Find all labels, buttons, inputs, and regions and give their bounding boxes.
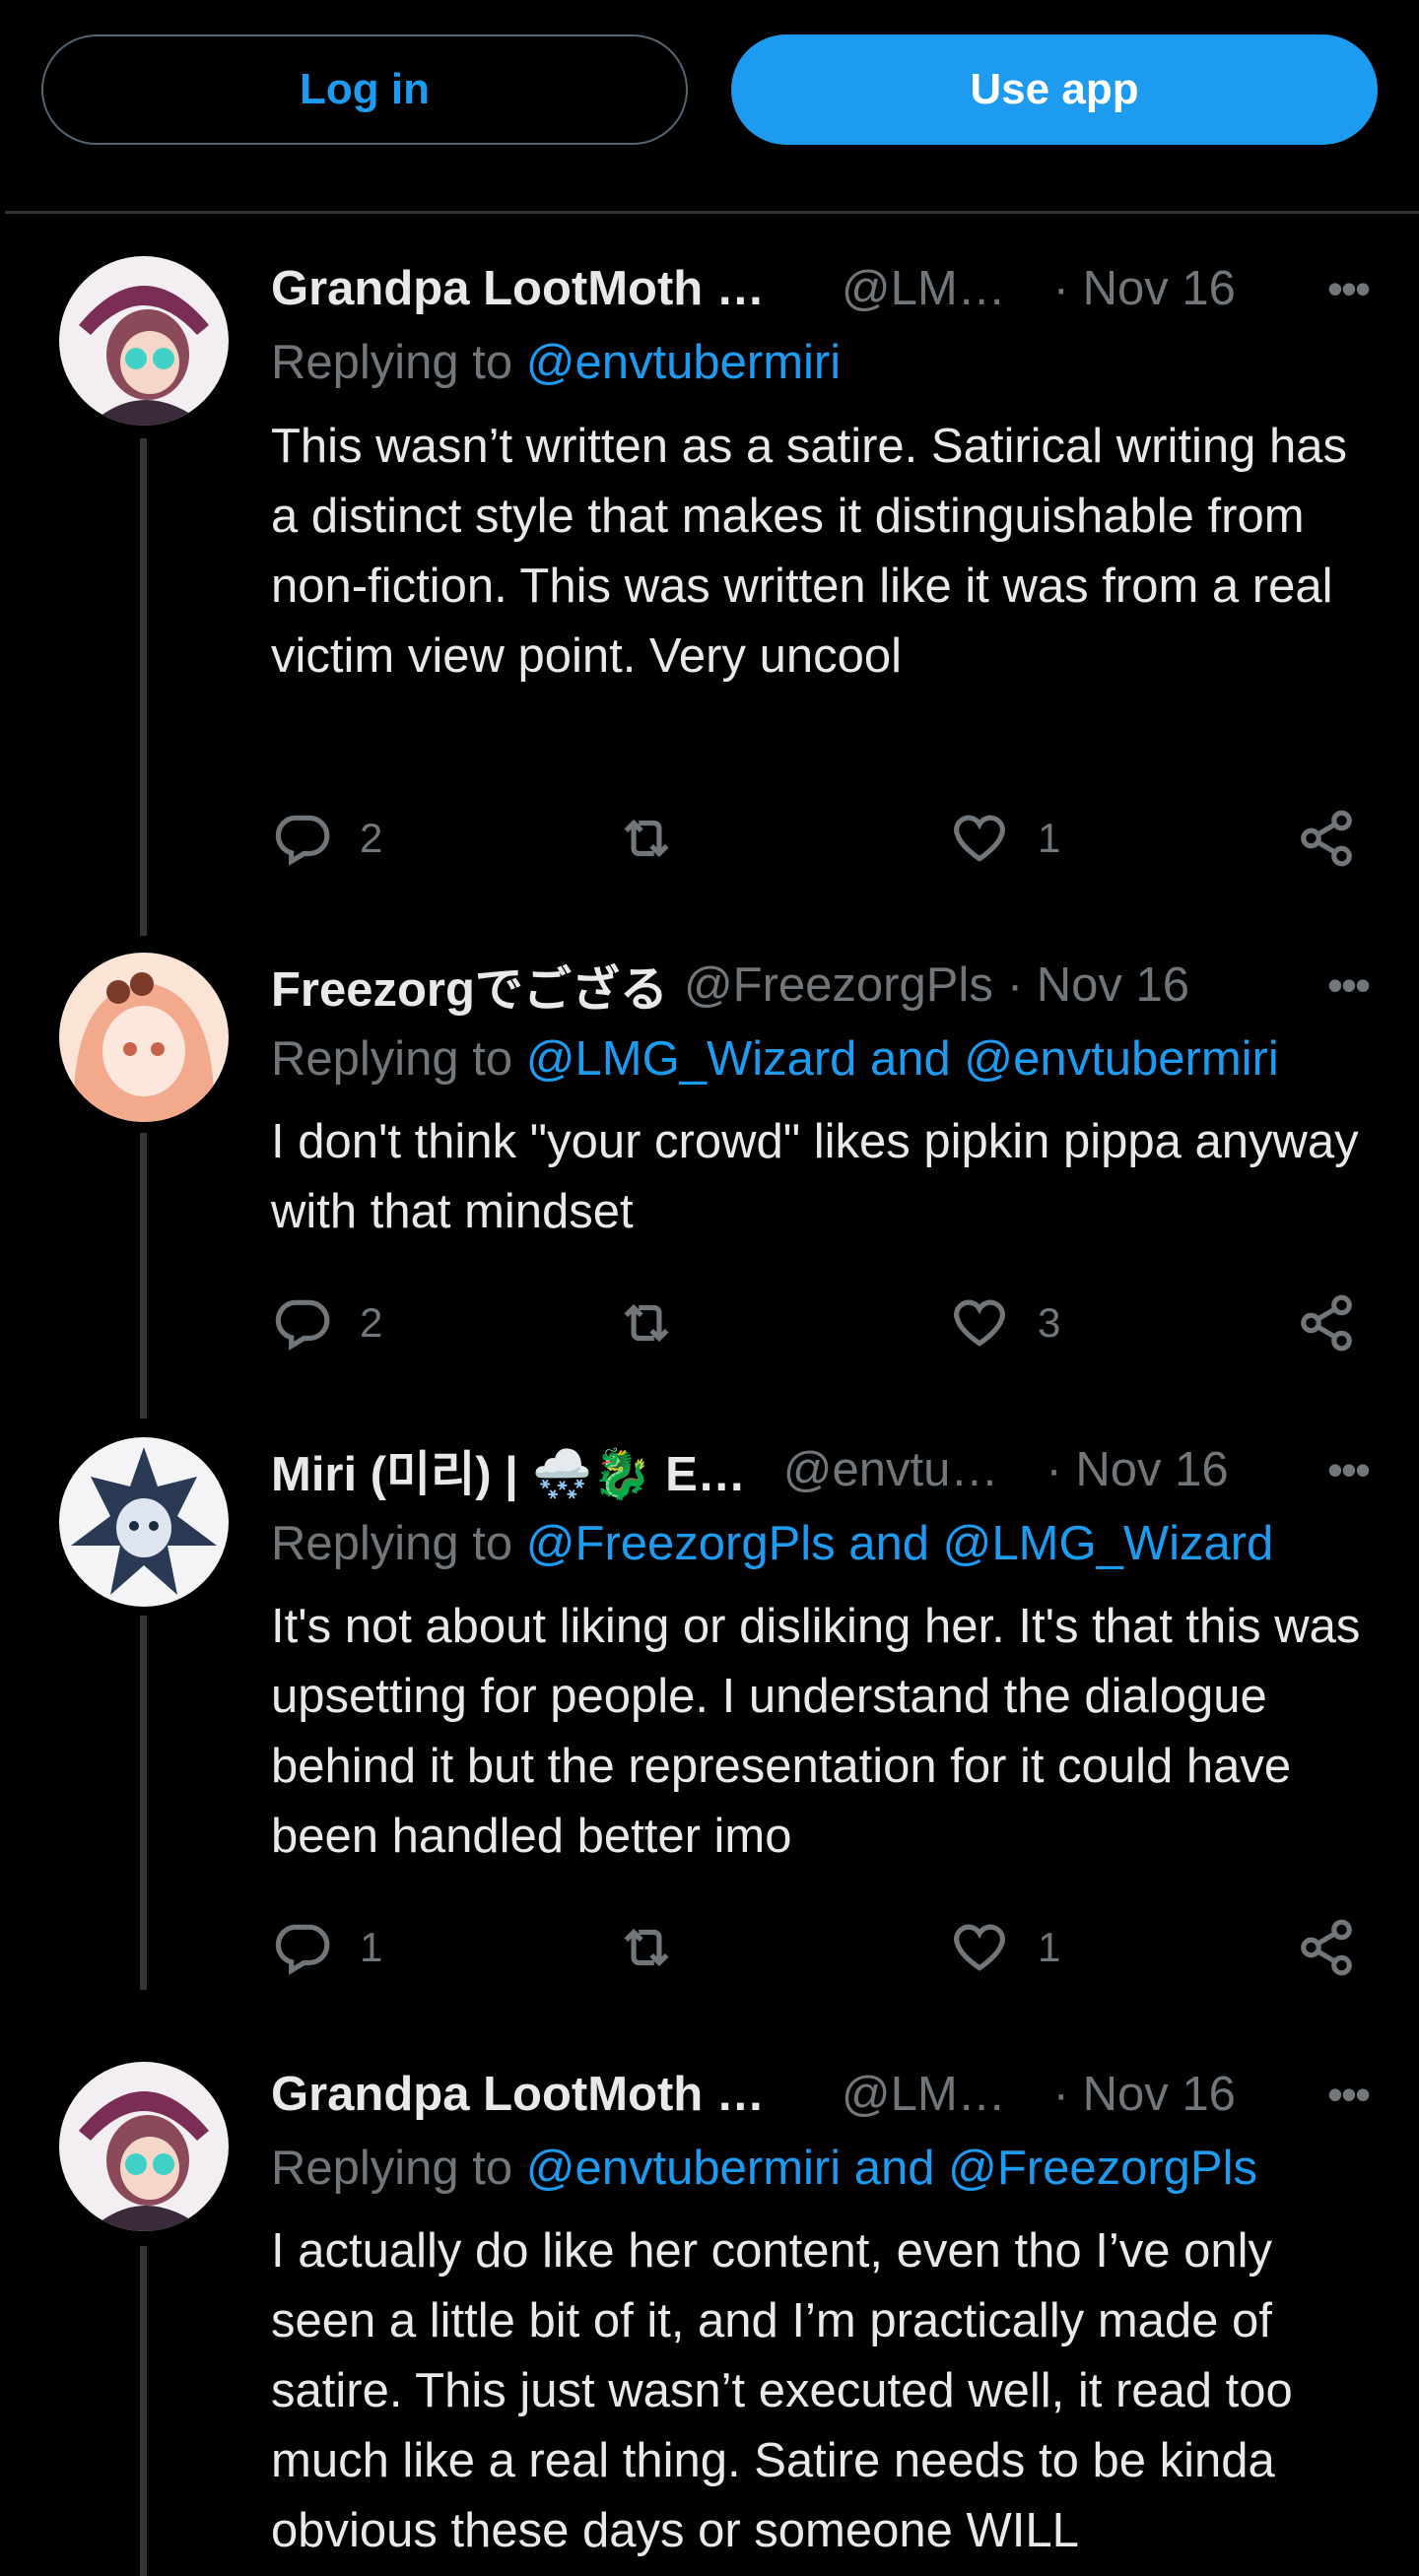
display-name[interactable]: Miri (미리) | 🌨️🐉 E… [271, 1435, 746, 1505]
display-name[interactable]: Freezorgでござる [271, 951, 668, 1021]
retweet-icon [624, 1303, 669, 1343]
reply-count: 1 [360, 1924, 383, 1970]
retweet-button[interactable] [616, 1913, 677, 1982]
tweet-actions: 1 1 [271, 1913, 1365, 1982]
reply-count: 2 [360, 815, 383, 861]
tweet-header: Grandpa LootMoth … @LM… · Nov 16 [271, 256, 1378, 321]
avatar[interactable] [59, 953, 229, 1122]
thread-line [140, 2246, 147, 2576]
thread-line [140, 438, 147, 936]
share-icon [1301, 1919, 1352, 1976]
user-handle[interactable]: @LM… [842, 261, 1006, 316]
replying-to: Replying to @FreezorgPls and @LMG_Wizard [271, 1516, 1273, 1571]
tweet-header: Freezorgでござる @FreezorgPls · Nov 16 [271, 953, 1378, 1018]
share-icon [1301, 1294, 1352, 1352]
display-name[interactable]: Grandpa LootMoth … [271, 261, 765, 316]
user-handle[interactable]: @envtu… [783, 1442, 999, 1497]
like-button[interactable]: 3 [949, 1288, 1060, 1357]
retweet-icon [624, 819, 669, 858]
tweet-text: This wasn’t written as a satire. Satiric… [271, 420, 1347, 683]
tweet-date[interactable]: · Nov 16 [1007, 958, 1189, 1013]
tweet-header: Miri (미리) | 🌨️🐉 E… @envtu… · Nov 16 [271, 1437, 1378, 1502]
replying-prefix: Replying to [271, 1517, 513, 1570]
replying-prefix: Replying to [271, 2142, 513, 2195]
user-handle[interactable]: @LM… [842, 2067, 1006, 2122]
divider [5, 211, 1419, 214]
reply-icon [275, 1299, 330, 1351]
like-button[interactable]: 1 [949, 804, 1060, 873]
like-count: 1 [1038, 1924, 1061, 1970]
retweet-button[interactable] [616, 804, 677, 873]
replying-prefix: Replying to [271, 336, 513, 389]
replying-to: Replying to @envtubermiri [271, 335, 841, 390]
reply-icon [275, 1924, 330, 1975]
share-button[interactable] [1296, 1913, 1357, 1982]
like-count: 1 [1038, 815, 1061, 861]
share-button[interactable] [1296, 804, 1357, 873]
tweet-text: It's not about liking or disliking her. … [271, 1600, 1361, 1863]
tweet-text: I don't think "your crowd" likes pipkin … [271, 1115, 1359, 1238]
replying-link[interactable]: @LMG_Wizard and @envtubermiri [526, 1032, 1279, 1086]
reply-icon [275, 815, 330, 866]
top-bar: Log in Use app [0, 0, 1419, 212]
reply-count: 2 [360, 1299, 383, 1346]
display-name[interactable]: Grandpa LootMoth … [271, 2067, 765, 2122]
tweet-date[interactable]: · Nov 16 [1053, 261, 1236, 316]
more-icon[interactable]: ••• [1318, 256, 1378, 321]
login-button[interactable]: Log in [41, 34, 688, 145]
more-icon[interactable]: ••• [1318, 953, 1378, 1018]
more-icon[interactable]: ••• [1318, 1437, 1378, 1502]
tweet-actions: 2 1 [271, 804, 1365, 873]
use-app-button[interactable]: Use app [731, 34, 1378, 145]
like-icon [954, 815, 1005, 862]
replying-link[interactable]: @FreezorgPls and @LMG_Wizard [526, 1517, 1274, 1570]
tweet-header: Grandpa LootMoth … @LM… · Nov 16 [271, 2062, 1378, 2127]
reply-button[interactable]: 1 [271, 1913, 382, 1982]
avatar[interactable] [59, 2062, 229, 2231]
share-icon [1301, 810, 1352, 867]
replying-prefix: Replying to [271, 1032, 513, 1086]
tweet-date[interactable]: · Nov 16 [1046, 1442, 1228, 1497]
tweet-actions: 2 3 [271, 1288, 1365, 1357]
replying-link[interactable]: @envtubermiri [526, 336, 841, 389]
reply-button[interactable]: 2 [271, 804, 382, 873]
tweet-text: I actually do like her content, even tho… [271, 2224, 1293, 2557]
thread-line [140, 1616, 147, 1990]
reply-button[interactable]: 2 [271, 1288, 382, 1357]
like-icon [954, 1299, 1005, 1347]
retweet-icon [624, 1928, 669, 1967]
avatar[interactable] [59, 256, 229, 426]
like-count: 3 [1038, 1299, 1061, 1346]
more-icon[interactable]: ••• [1318, 2062, 1378, 2127]
replying-to: Replying to @envtubermiri and @FreezorgP… [271, 2141, 1257, 2196]
share-button[interactable] [1296, 1288, 1357, 1357]
thread-line [140, 1133, 147, 1419]
avatar[interactable] [59, 1437, 229, 1607]
tweet-date[interactable]: · Nov 16 [1053, 2067, 1236, 2122]
replying-to: Replying to @LMG_Wizard and @envtubermir… [271, 1031, 1279, 1087]
replying-link[interactable]: @envtubermiri and @FreezorgPls [526, 2142, 1257, 2195]
like-button[interactable]: 1 [949, 1913, 1060, 1982]
retweet-button[interactable] [616, 1288, 677, 1357]
like-icon [954, 1924, 1005, 1971]
user-handle[interactable]: @FreezorgPls [684, 958, 993, 1013]
